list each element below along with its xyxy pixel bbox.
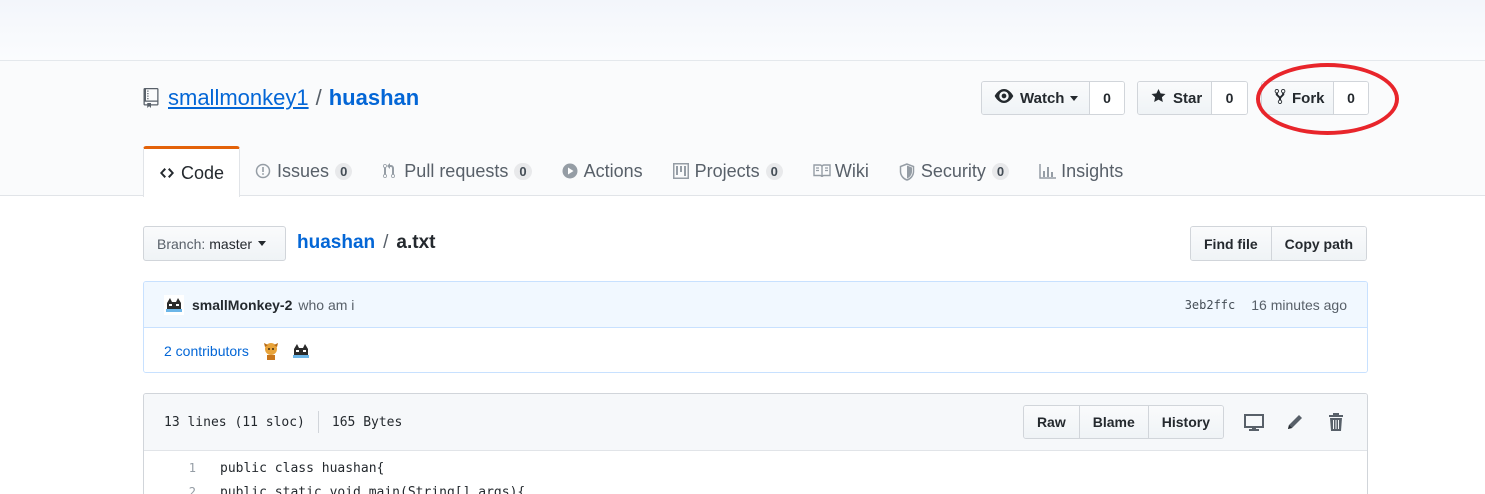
play-icon — [562, 163, 578, 179]
code-line: 1 public class huashan{ — [144, 456, 1367, 480]
file-header: 13 lines (11 sloc) 165 Bytes Raw Blame H… — [144, 394, 1367, 451]
divider — [317, 411, 319, 433]
line-content: public static void main(String[] args){ — [220, 484, 526, 494]
tab-label: Projects — [694, 160, 760, 181]
avatar[interactable] — [164, 294, 184, 315]
title-separator: / — [315, 85, 322, 110]
line-number[interactable]: 1 — [144, 461, 196, 475]
tab-projects[interactable]: Projects 0 — [658, 146, 798, 196]
star-button-group: Star 0 — [1137, 81, 1248, 115]
contributors-link[interactable]: 2 contributors — [164, 343, 249, 359]
commit-message-link[interactable]: who am i — [298, 297, 354, 313]
watch-button-group: Watch 0 — [981, 81, 1125, 115]
tab-label: Pull requests — [404, 160, 509, 181]
tab-code[interactable]: Code — [143, 146, 241, 197]
line-number[interactable]: 2 — [144, 485, 196, 494]
chevron-down-icon — [258, 241, 267, 246]
tab-issues[interactable]: Issues 0 — [240, 146, 367, 196]
issue-icon — [255, 163, 271, 179]
line-content: public class huashan{ — [220, 460, 385, 476]
tab-security[interactable]: Security 0 — [884, 146, 1024, 196]
tab-label: Issues — [277, 160, 330, 181]
star-label: Star — [1173, 89, 1203, 107]
file-size: 165 Bytes — [331, 414, 403, 430]
branch-prefix: Branch: — [157, 235, 206, 252]
commit-time: 16 minutes ago — [1251, 296, 1347, 313]
path-button-group: Find file Copy path — [1190, 226, 1368, 261]
tab-wiki[interactable]: Wiki — [798, 146, 884, 196]
file-actions-group: Raw Blame History — [1022, 405, 1224, 439]
contributors-row: 2 contributors — [144, 328, 1367, 372]
repo-owner-link[interactable]: smallmonkey1 — [168, 85, 309, 111]
tab-label: Actions — [583, 160, 643, 181]
breadcrumb-repo-link[interactable]: huashan — [297, 232, 375, 254]
find-file-button[interactable]: Find file — [1191, 227, 1271, 260]
tab-insights[interactable]: Insights — [1024, 146, 1138, 196]
tab-label: Security — [920, 160, 986, 181]
tab-label: Wiki — [834, 160, 869, 181]
top-banner — [0, 0, 1485, 61]
file-viewer: 13 lines (11 sloc) 165 Bytes Raw Blame H… — [143, 393, 1368, 494]
file-lines-info: 13 lines (11 sloc) — [164, 414, 305, 430]
copy-path-button[interactable]: Copy path — [1270, 227, 1367, 260]
pull-requests-counter: 0 — [514, 162, 532, 180]
branch-name: master — [209, 235, 253, 252]
watch-button[interactable]: Watch — [982, 82, 1090, 114]
tab-label: Code — [181, 162, 225, 183]
trash-icon[interactable] — [1325, 411, 1347, 433]
repo-icon — [143, 88, 159, 108]
watch-count[interactable]: 0 — [1090, 82, 1124, 114]
eye-icon — [994, 89, 1014, 107]
breadcrumb-file: a.txt — [396, 232, 436, 253]
tab-actions[interactable]: Actions — [547, 146, 658, 196]
tab-label: Insights — [1061, 160, 1124, 181]
blame-button[interactable]: Blame — [1078, 406, 1148, 438]
commit-tease: smallMonkey-2 who am i 3eb2ffc 16 minute… — [143, 281, 1368, 373]
watch-label: Watch — [1020, 89, 1065, 107]
star-count[interactable]: 0 — [1212, 82, 1247, 114]
desktop-icon[interactable] — [1243, 411, 1265, 433]
branch-selector[interactable]: Branch: master — [143, 226, 286, 261]
security-counter: 0 — [991, 162, 1010, 180]
avatar[interactable] — [291, 341, 311, 361]
repo-nav-tabs: Code Issues 0 Pull requests 0 Actions Pr… — [143, 146, 1138, 197]
commit-author-link[interactable]: smallMonkey-2 — [192, 297, 292, 313]
star-icon — [1150, 88, 1167, 108]
history-button[interactable]: History — [1147, 406, 1223, 438]
raw-button[interactable]: Raw — [1023, 406, 1079, 438]
shield-icon — [899, 163, 915, 181]
fork-highlight-circle — [1256, 63, 1399, 135]
breadcrumb: huashan / a.txt — [297, 232, 435, 254]
star-button[interactable]: Star — [1138, 82, 1212, 114]
avatar[interactable] — [261, 341, 281, 361]
issues-counter: 0 — [335, 162, 353, 180]
latest-commit-row: smallMonkey-2 who am i 3eb2ffc 16 minute… — [144, 282, 1367, 328]
code-body: 1 public class huashan{ 2 public static … — [144, 451, 1367, 494]
book-icon — [813, 163, 831, 179]
code-icon — [159, 165, 175, 181]
pencil-icon[interactable] — [1284, 411, 1306, 433]
breadcrumb-separator: / — [383, 232, 389, 253]
projects-counter: 0 — [765, 162, 783, 180]
tab-pull-requests[interactable]: Pull requests 0 — [367, 146, 546, 196]
pull-request-icon — [382, 163, 398, 179]
repo-name-link[interactable]: huashan — [329, 85, 419, 111]
project-icon — [672, 163, 689, 179]
repo-title: smallmonkey1 / huashan — [143, 85, 419, 111]
commit-sha-link[interactable]: 3eb2ffc — [1185, 298, 1236, 312]
graph-icon — [1039, 163, 1057, 179]
chevron-down-icon — [1070, 95, 1079, 101]
code-line: 2 public static void main(String[] args)… — [144, 480, 1367, 494]
